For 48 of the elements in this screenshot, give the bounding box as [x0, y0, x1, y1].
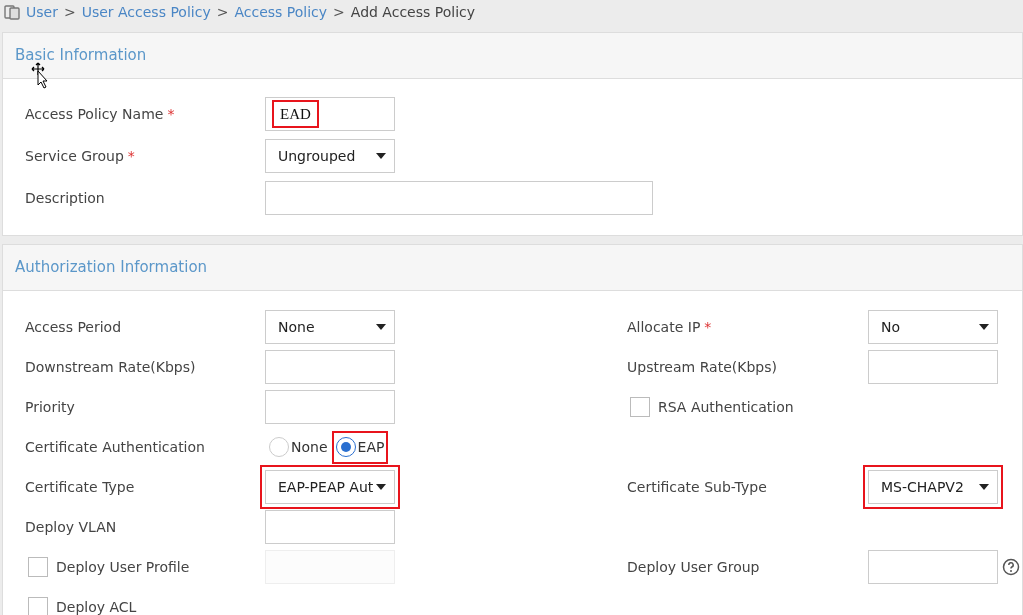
field-label: Deploy User Group	[627, 557, 760, 577]
dropdown[interactable]: No	[868, 310, 998, 344]
field-label: Certificate Sub-Type	[627, 477, 767, 497]
field-label: Downstream Rate(Kbps)	[25, 357, 196, 377]
dropdown[interactable]: None	[265, 310, 395, 344]
breadcrumb-separator: >	[333, 2, 345, 22]
radio-option[interactable]: None	[269, 436, 328, 458]
caret-icon	[979, 484, 989, 490]
required-mark: *	[704, 317, 712, 337]
checkbox-label: RSA Authentication	[658, 397, 794, 417]
field-label: Access Policy Name	[25, 104, 164, 124]
field-label: Certificate Type	[25, 477, 135, 497]
caret-icon	[376, 484, 386, 490]
required-mark: *	[127, 146, 135, 166]
field-label: Allocate IP	[627, 317, 701, 337]
checkbox-label: Deploy ACL	[56, 597, 137, 615]
field-label: Access Period	[25, 317, 122, 337]
input-field[interactable]	[265, 390, 395, 424]
caret-icon	[376, 324, 386, 330]
input-field[interactable]	[265, 350, 395, 384]
field-label: Upstream Rate(Kbps)	[627, 357, 777, 377]
required-mark: *	[167, 104, 175, 124]
field-label: Priority	[25, 397, 75, 417]
checkbox[interactable]	[630, 397, 650, 417]
field-value: EAD	[272, 99, 319, 129]
checkbox[interactable]	[28, 597, 48, 615]
input-field[interactable]	[265, 510, 395, 544]
help-icon[interactable]	[1002, 558, 1020, 576]
checkbox[interactable]	[28, 557, 48, 577]
input-field[interactable]: EAD	[265, 97, 395, 131]
caret-icon	[979, 324, 989, 330]
input-field[interactable]	[868, 350, 998, 384]
field-label: Service Group	[25, 146, 124, 166]
breadcrumb-separator: >	[63, 2, 76, 22]
section-title: Basic Information	[15, 45, 147, 67]
breadcrumb-separator: >	[216, 2, 229, 22]
field-label: Deploy VLAN	[25, 517, 117, 537]
dropdown[interactable]: EAP-PEAP Aut	[265, 470, 395, 504]
section-title: Authorization Information	[15, 257, 208, 279]
caret-icon	[376, 153, 386, 159]
input-field[interactable]	[265, 181, 653, 215]
input-field[interactable]	[868, 550, 998, 584]
field-label: Description	[25, 188, 105, 208]
dropdown[interactable]: MS-CHAPV2	[868, 470, 998, 504]
radio-option[interactable]: EAP	[335, 436, 385, 458]
checkbox-label: Deploy User Profile	[56, 557, 190, 577]
dropdown[interactable]: Ungrouped	[265, 139, 395, 173]
field-label: Certificate Authentication	[25, 437, 205, 457]
